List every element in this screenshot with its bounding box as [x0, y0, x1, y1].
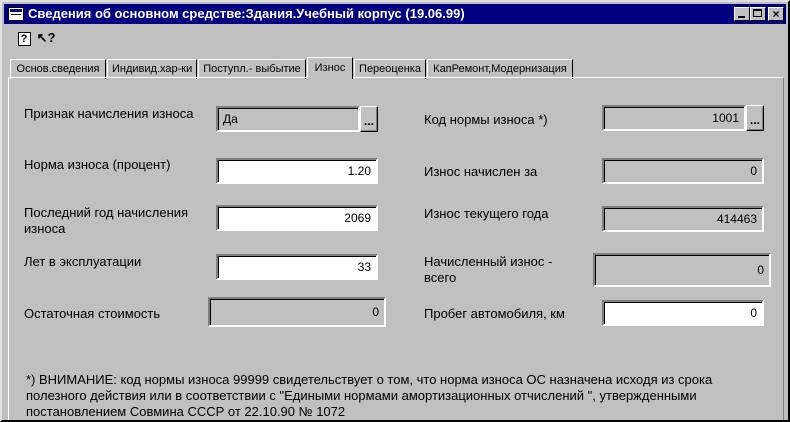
depreciation-rate-input[interactable]: 1.20 — [216, 158, 378, 184]
current-year-label: Износ текущего года — [424, 206, 549, 221]
charged-for-field: 0 — [602, 158, 764, 184]
tab-depreciation[interactable]: Износ — [307, 57, 353, 79]
maximize-button[interactable] — [750, 7, 766, 21]
years-in-use-input[interactable]: 33 — [216, 254, 378, 280]
residual-value-field: 0 — [208, 297, 386, 327]
tab-strip: Основ.сведения Индивид.хар-ки Поступл.- … — [10, 57, 780, 79]
depreciation-flag-field[interactable]: Да — [216, 106, 360, 132]
close-button[interactable]: × — [768, 7, 784, 21]
current-year-field: 414463 — [602, 206, 764, 232]
mileage-label: Пробег автомобиля, км — [424, 306, 565, 321]
total-charged-label: Начисленный износ - всего — [424, 254, 553, 285]
depreciation-rate-label: Норма износа (процент) — [24, 157, 171, 172]
mileage-input[interactable]: 0 — [602, 300, 764, 326]
title-bar[interactable]: Сведения об основном средстве:Здания.Уче… — [4, 4, 786, 24]
maximize-icon — [753, 9, 762, 17]
minimize-icon — [738, 16, 745, 18]
rate-code-field[interactable]: 1001 — [602, 105, 746, 131]
tab-revaluation[interactable]: Переоценка — [354, 59, 426, 79]
charged-for-label: Износ начислен за — [424, 164, 538, 179]
tab-capital-repair[interactable]: КапРемонт,Модернизация — [427, 59, 573, 79]
tab-individual[interactable]: Индивид.хар-ки — [107, 59, 197, 79]
toolbar: ? ↖? — [4, 26, 786, 52]
asset-window: Сведения об основном средстве:Здания.Уче… — [0, 0, 790, 422]
whats-this-icon: ↖? — [36, 30, 56, 45]
depreciation-flag-select-button[interactable]: ... — [360, 106, 378, 132]
years-in-use-label: Лет в эксплуатации — [24, 254, 142, 269]
whats-this-button[interactable]: ↖? — [36, 29, 56, 49]
rate-code-label: Код нормы износа *) — [424, 112, 548, 127]
help-button[interactable]: ? — [14, 29, 34, 49]
last-year-label: Последний год начисления износа — [24, 205, 189, 236]
window-title: Сведения об основном средстве:Здания.Уче… — [28, 6, 465, 21]
tab-receipt-disposal[interactable]: Поступл.- выбытие — [198, 59, 306, 79]
minimize-button[interactable] — [734, 7, 750, 21]
rate-code-select-button[interactable]: ... — [746, 105, 764, 131]
residual-value-label: Остаточная стоимость — [24, 306, 161, 321]
tab-main-info[interactable]: Основ.сведения — [10, 59, 106, 79]
depreciation-note: *) ВНИМАНИЕ: код нормы износа 99999 свид… — [26, 372, 713, 419]
total-charged-field: 0 — [593, 253, 771, 287]
window-icon[interactable] — [8, 7, 24, 21]
help-icon: ? — [17, 32, 31, 46]
last-year-input[interactable]: 2069 — [216, 205, 378, 231]
depreciation-flag-label: Признак начисления износа — [24, 106, 194, 121]
close-icon: × — [772, 7, 780, 21]
